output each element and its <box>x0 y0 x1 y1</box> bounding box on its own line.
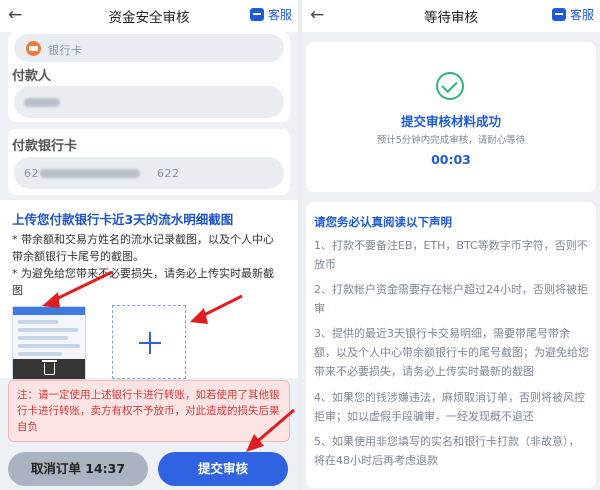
right-panel-waiting-review: ← 等待审核 客服 提交审核材料成功 预计5分钟内完成审核，请耐心等待 00:0… <box>302 0 600 490</box>
customer-service-label: 客服 <box>569 8 594 22</box>
annotation-arrows <box>42 270 295 452</box>
left-panel-fund-security-review: ← 资金安全审核 客服 银行卡 付款人 付款银行卡 62 622 上传您付款银行… <box>0 0 298 490</box>
customer-service-icon <box>551 8 566 21</box>
check-circle-icon <box>436 72 464 100</box>
statement-item: 3、提供的最近3天银行卡交易明细，需要带尾号带余额，以及个人中心带余额银行卡的尾… <box>314 327 589 378</box>
annotation-arrow <box>246 408 295 452</box>
statement-item: 4、如果您的钱涉嫌违法，麻烦取消订单，否则将被风控拒审；如以虚假手段骗审，一经发… <box>314 391 585 423</box>
annotation-arrow <box>190 294 243 324</box>
statement-item: 2、打款帐户资金需要存在帐户超过24小时，否则将被拒审 <box>314 283 588 315</box>
success-title: 提交审核材料成功 <box>400 114 501 129</box>
statement-title: 请您务必认真阅读以下声明 <box>314 215 452 229</box>
elapsed-timer: 00:03 <box>431 152 471 167</box>
statement-item: 5、如果使用非您填写的实名和银行卡打款（非故意），将在48小时后再考虑退款 <box>314 435 580 467</box>
annotation-arrow <box>42 270 113 308</box>
right-top-bar: ← 等待审核 客服 <box>302 0 600 32</box>
statement-item: 1、打款不要备注EB，ETH，BTC等数字币字符，否则不放币 <box>314 239 588 271</box>
screenshot-root: ← 资金安全审核 客服 银行卡 付款人 付款银行卡 62 622 上传您付款银行… <box>0 0 600 490</box>
customer-service-button[interactable]: 客服 <box>551 6 594 23</box>
success-subtitle: 预计5分钟内完成审核，请耐心等待 <box>376 135 526 146</box>
